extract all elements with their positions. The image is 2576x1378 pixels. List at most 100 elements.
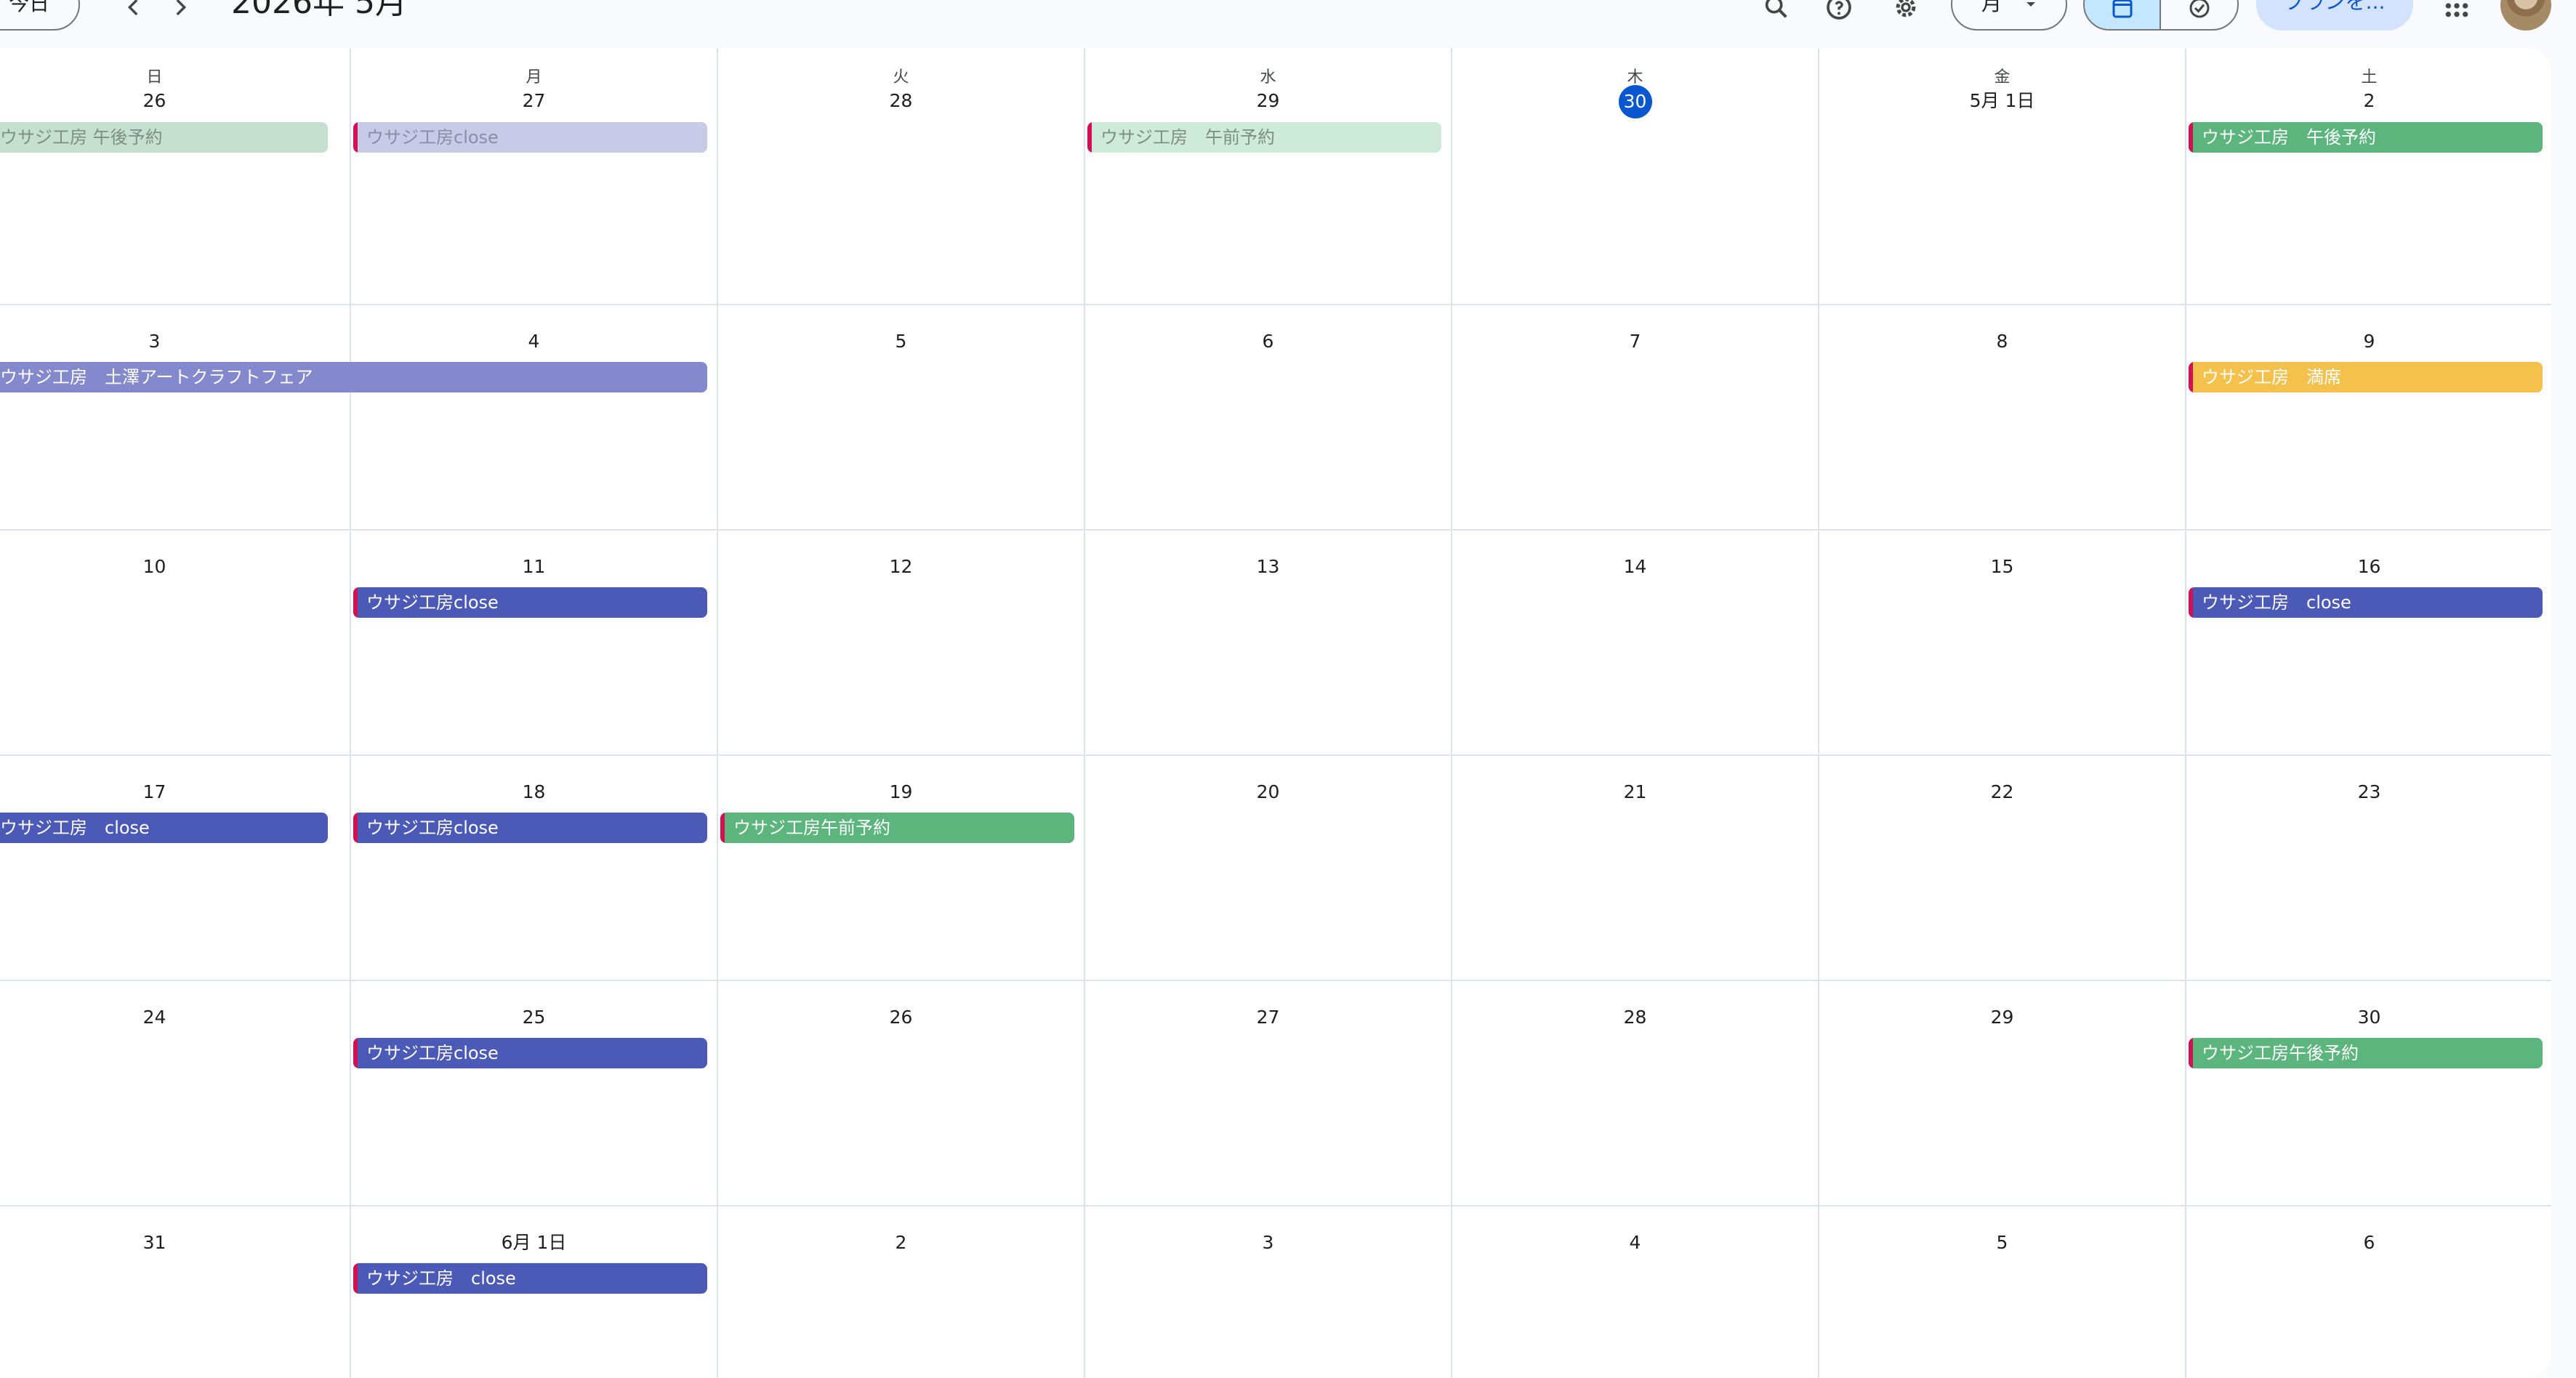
search-button[interactable] bbox=[1755, 0, 1798, 29]
calendar-event[interactable]: ウサジ工房close bbox=[353, 1038, 707, 1068]
date-number[interactable]: 5 bbox=[1893, 1227, 2112, 1259]
calendar-event[interactable]: ウサジ工房 午後予約 bbox=[0, 122, 328, 153]
date-number[interactable]: 28 bbox=[792, 85, 1010, 117]
date-number[interactable]: 15 bbox=[1893, 551, 2112, 583]
calendar-event[interactable]: ウサジ工房close bbox=[353, 587, 707, 618]
calendar-event[interactable]: ウサジ工房 close bbox=[2189, 587, 2543, 618]
date-number[interactable]: 16 bbox=[2261, 551, 2479, 583]
date-number[interactable]: 14 bbox=[1526, 551, 1744, 583]
next-month-button[interactable] bbox=[160, 0, 201, 28]
month-title: 2026年 5月 bbox=[231, 0, 407, 21]
date-number[interactable]: 4 bbox=[425, 326, 643, 358]
date-number[interactable]: 8 bbox=[1893, 326, 2112, 358]
search-icon bbox=[1765, 0, 1787, 18]
date-number[interactable]: 6 bbox=[1159, 326, 1377, 358]
row-divider bbox=[0, 980, 2551, 981]
date-number[interactable]: 29 bbox=[1893, 1002, 2112, 1034]
calendar-icon bbox=[2112, 0, 2132, 18]
date-number[interactable]: 13 bbox=[1159, 551, 1377, 583]
calendar-event[interactable]: ウサジ工房close bbox=[353, 813, 707, 843]
view-select[interactable]: 月 bbox=[1951, 0, 2067, 31]
date-number[interactable]: 2 bbox=[792, 1227, 1010, 1259]
column-divider bbox=[1084, 48, 1085, 1378]
date-number[interactable]: 6 bbox=[2261, 1227, 2479, 1259]
apps-grid-icon[interactable] bbox=[2442, 0, 2471, 20]
date-number[interactable]: 26 bbox=[792, 1002, 1010, 1034]
month-grid: 日月火水木金土 26 27 28 29 30 5月 1日 2 3 4 5 6 7 8 9 10 11 12 13 14… bbox=[0, 48, 2551, 1378]
calendar-event[interactable]: ウサジ工房 午後予約 bbox=[2189, 122, 2543, 153]
view-select-label: 月 bbox=[1981, 0, 2003, 15]
date-number[interactable]: 5月 1日 bbox=[1893, 85, 2112, 117]
date-number[interactable]: 2 bbox=[2261, 85, 2479, 117]
calendar-event[interactable]: ウサジ工房close bbox=[353, 122, 707, 153]
date-number[interactable]: 17 bbox=[46, 776, 264, 808]
prev-month-button[interactable] bbox=[113, 0, 154, 28]
row-divider bbox=[0, 754, 2551, 756]
date-number[interactable]: 27 bbox=[1159, 1002, 1377, 1034]
view-toggle bbox=[2083, 0, 2239, 31]
date-number[interactable]: 5 bbox=[792, 326, 1010, 358]
date-number[interactable]: 20 bbox=[1159, 776, 1377, 808]
month-grid-cells: 日月火水木金土 26 27 28 29 30 5月 1日 2 3 4 5 6 7 8 9 10 11 12 13 14… bbox=[0, 48, 2551, 1378]
date-number[interactable]: 6月 1日 bbox=[425, 1227, 643, 1259]
gear-icon bbox=[1896, 0, 1916, 17]
calendar-event[interactable]: ウサジ工房 close bbox=[0, 813, 328, 843]
weekday-header: 木 bbox=[1627, 68, 1643, 86]
date-number[interactable]: 25 bbox=[425, 1002, 643, 1034]
calendar-view-button[interactable] bbox=[2085, 0, 2162, 29]
weekday-header: 水 bbox=[1260, 68, 1276, 86]
column-divider bbox=[2185, 48, 2186, 1378]
calendar-event[interactable]: ウサジ工房 満席 bbox=[2189, 362, 2543, 392]
date-number[interactable]: 18 bbox=[425, 776, 643, 808]
date-number[interactable]: 9 bbox=[2261, 326, 2479, 358]
today-button[interactable]: 今日 bbox=[0, 0, 80, 31]
date-number[interactable]: 31 bbox=[46, 1227, 264, 1259]
date-number[interactable]: 27 bbox=[425, 85, 643, 117]
date-number[interactable]: 10 bbox=[46, 551, 264, 583]
settings-button[interactable] bbox=[1884, 0, 1928, 29]
date-number[interactable]: 21 bbox=[1526, 776, 1744, 808]
date-number[interactable]: 11 bbox=[425, 551, 643, 583]
chevron-right-icon bbox=[176, 0, 187, 16]
weekday-header: 日 bbox=[146, 68, 163, 86]
calendar-event[interactable]: ウサジ工房午後予約 bbox=[2189, 1038, 2543, 1068]
date-number[interactable]: 19 bbox=[792, 776, 1010, 808]
date-number[interactable]: 7 bbox=[1526, 326, 1744, 358]
calendar-event[interactable]: ウサジ工房 午前予約 bbox=[1087, 122, 1441, 153]
date-number[interactable]: 30 bbox=[2261, 1002, 2479, 1034]
row-divider bbox=[0, 529, 2551, 531]
column-divider bbox=[1451, 48, 1452, 1378]
column-divider bbox=[1818, 48, 1819, 1378]
column-divider bbox=[717, 48, 718, 1378]
help-button[interactable] bbox=[1817, 0, 1861, 29]
account-avatar[interactable] bbox=[2500, 0, 2551, 31]
date-number[interactable]: 28 bbox=[1526, 1002, 1744, 1034]
weekday-header: 月 bbox=[526, 68, 542, 86]
calendar-event[interactable]: ウサジ工房午前予約 bbox=[720, 813, 1074, 843]
plan-button[interactable]: プランを... bbox=[2256, 0, 2413, 31]
weekday-header: 火 bbox=[893, 68, 909, 86]
calendar-event[interactable]: ウサジ工房 土澤アートクラフトフェア bbox=[0, 362, 707, 392]
date-number[interactable]: 26 bbox=[46, 85, 264, 117]
calendar-header: 今日 2026年 5月 月 プランを... bbox=[0, 0, 2576, 48]
help-icon bbox=[1827, 0, 1851, 20]
weekday-header: 金 bbox=[1994, 68, 2011, 86]
calendar-event[interactable]: ウサジ工房 close bbox=[353, 1263, 707, 1294]
weekday-header: 土 bbox=[2361, 68, 2378, 86]
date-number[interactable]: 23 bbox=[2261, 776, 2479, 808]
column-divider bbox=[350, 48, 351, 1378]
date-number[interactable]: 3 bbox=[46, 326, 264, 358]
date-number[interactable]: 29 bbox=[1159, 85, 1377, 117]
date-number[interactable]: 30 bbox=[1526, 85, 1744, 118]
date-number[interactable]: 12 bbox=[792, 551, 1010, 583]
chevron-left-icon bbox=[127, 0, 138, 16]
date-number[interactable]: 22 bbox=[1893, 776, 2112, 808]
today-date-marker[interactable]: 30 bbox=[1618, 85, 1652, 118]
caret-down-icon bbox=[2026, 2, 2035, 7]
row-divider bbox=[0, 304, 2551, 305]
date-number[interactable]: 24 bbox=[46, 1002, 264, 1034]
date-number[interactable]: 3 bbox=[1159, 1227, 1377, 1259]
check-circle-icon bbox=[2189, 0, 2209, 18]
tasks-view-button[interactable] bbox=[2161, 0, 2237, 29]
date-number[interactable]: 4 bbox=[1526, 1227, 1744, 1259]
